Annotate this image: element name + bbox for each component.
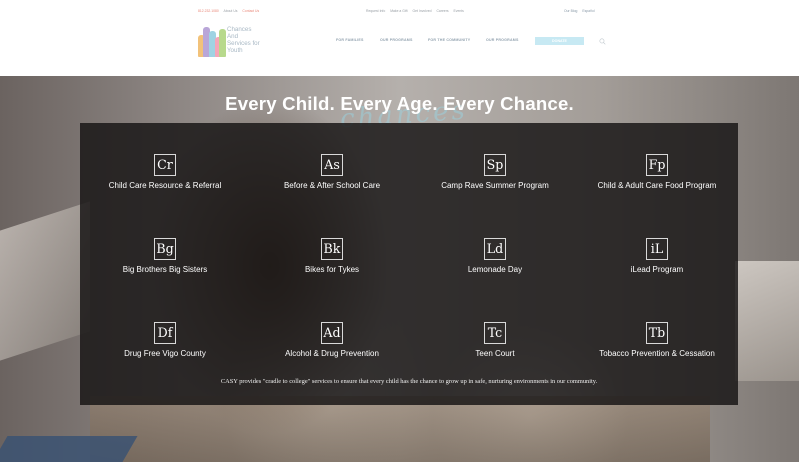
programs-panel: Cr Child Care Resource & Referral As Bef… bbox=[80, 123, 738, 405]
program-label: iLead Program bbox=[630, 265, 684, 274]
programs-description: CASY provides "cradle to college" servic… bbox=[220, 378, 598, 385]
program-drug-free-vigo[interactable]: Df Drug Free Vigo County bbox=[80, 322, 250, 358]
utility-link-language[interactable]: Español bbox=[582, 9, 594, 13]
donate-button[interactable]: DONATE bbox=[535, 37, 584, 45]
program-child-care-referral[interactable]: Cr Child Care Resource & Referral bbox=[80, 154, 250, 190]
program-symbol: Bk bbox=[321, 238, 343, 260]
hero-bg-chair bbox=[0, 436, 138, 462]
program-label: Alcohol & Drug Prevention bbox=[285, 349, 379, 358]
children-figures-icon bbox=[198, 25, 226, 59]
search-icon[interactable] bbox=[599, 38, 606, 45]
program-symbol: Bg bbox=[154, 238, 176, 260]
logo-line: Services for bbox=[227, 40, 260, 47]
program-camp-rave[interactable]: Sp Camp Rave Summer Program bbox=[410, 154, 580, 190]
hero-bg-desk-front bbox=[90, 396, 710, 462]
utility-link-events[interactable]: Events bbox=[454, 9, 464, 13]
nav-item-families[interactable]: FOR FAMILIES bbox=[336, 38, 364, 42]
program-label: Lemonade Day bbox=[467, 265, 523, 274]
program-big-brothers[interactable]: Bg Big Brothers Big Sisters bbox=[80, 238, 250, 274]
program-symbol: iL bbox=[646, 238, 668, 260]
utility-link-contact[interactable]: Contact Us bbox=[242, 9, 259, 13]
site-header: 812.232.1080 About Us Contact Us Request… bbox=[0, 0, 799, 76]
logo-wordmark: Chances And Services for Youth bbox=[227, 26, 260, 54]
program-alcohol-drug-prevention[interactable]: Ad Alcohol & Drug Prevention bbox=[247, 322, 417, 358]
program-teen-court[interactable]: Tc Teen Court bbox=[410, 322, 580, 358]
program-symbol: Tb bbox=[646, 322, 668, 344]
program-symbol: As bbox=[321, 154, 343, 176]
site-logo[interactable]: Chances And Services for Youth bbox=[198, 25, 268, 59]
utility-link-gift[interactable]: Make a Gift bbox=[390, 9, 407, 13]
phone-link[interactable]: 812.232.1080 bbox=[198, 9, 219, 13]
utility-link-about[interactable]: About Us bbox=[224, 9, 238, 13]
program-bikes-for-tykes[interactable]: Bk Bikes for Tykes bbox=[247, 238, 417, 274]
program-label: Big Brothers Big Sisters bbox=[122, 265, 208, 274]
nav-item-programs-2[interactable]: OUR PROGRAMS bbox=[486, 38, 519, 42]
program-symbol: Ad bbox=[321, 322, 343, 344]
program-symbol: Cr bbox=[154, 154, 176, 176]
utility-left: 812.232.1080 About Us Contact Us bbox=[198, 9, 263, 13]
program-label: Camp Rave Summer Program bbox=[441, 181, 549, 190]
program-lemonade-day[interactable]: Ld Lemonade Day bbox=[410, 238, 580, 274]
program-label: Bikes for Tykes bbox=[304, 265, 360, 274]
program-food-program[interactable]: Fp Child & Adult Care Food Program bbox=[572, 154, 742, 190]
program-before-after-school[interactable]: As Before & After School Care bbox=[247, 154, 417, 190]
program-label: Teen Court bbox=[475, 349, 515, 358]
hero-bg-desk bbox=[0, 201, 90, 361]
logo-line: Chances bbox=[227, 26, 252, 33]
program-symbol: Df bbox=[154, 322, 176, 344]
program-symbol: Ld bbox=[484, 238, 506, 260]
program-label: Tobacco Prevention & Cessation bbox=[599, 349, 715, 358]
logo-line: Youth bbox=[227, 47, 243, 54]
program-label: Child & Adult Care Food Program bbox=[597, 181, 717, 190]
utility-link-careers[interactable]: Careers bbox=[436, 9, 448, 13]
program-label: Drug Free Vigo County bbox=[124, 349, 206, 358]
utility-bar: 812.232.1080 About Us Contact Us Request… bbox=[198, 9, 608, 17]
utility-link-request-info[interactable]: Request Info bbox=[366, 9, 385, 13]
hero-bg-desk-right bbox=[735, 261, 799, 381]
utility-mid: Request Info Make a Gift Get Involved Ca… bbox=[366, 9, 468, 13]
nav-item-community[interactable]: FOR THE COMMUNITY bbox=[428, 38, 470, 42]
utility-right: Our Blog Español bbox=[564, 9, 599, 13]
utility-link-blog[interactable]: Our Blog bbox=[564, 9, 577, 13]
program-symbol: Fp bbox=[646, 154, 668, 176]
hero-title: Every Child. Every Age. Every Chance. bbox=[225, 93, 574, 114]
program-symbol: Tc bbox=[484, 322, 506, 344]
program-label: Child Care Resource & Referral bbox=[108, 181, 222, 190]
nav-item-programs[interactable]: OUR PROGRAMS bbox=[380, 38, 413, 42]
program-label: Before & After School Care bbox=[283, 181, 381, 190]
program-ilead[interactable]: iL iLead Program bbox=[572, 238, 742, 274]
program-tobacco-prevention[interactable]: Tb Tobacco Prevention & Cessation bbox=[572, 322, 742, 358]
logo-line: And bbox=[227, 33, 239, 40]
hero-section: chances Every Child. Every Age. Every Ch… bbox=[0, 76, 799, 462]
utility-link-involved[interactable]: Get Involved bbox=[412, 9, 431, 13]
program-symbol: Sp bbox=[484, 154, 506, 176]
